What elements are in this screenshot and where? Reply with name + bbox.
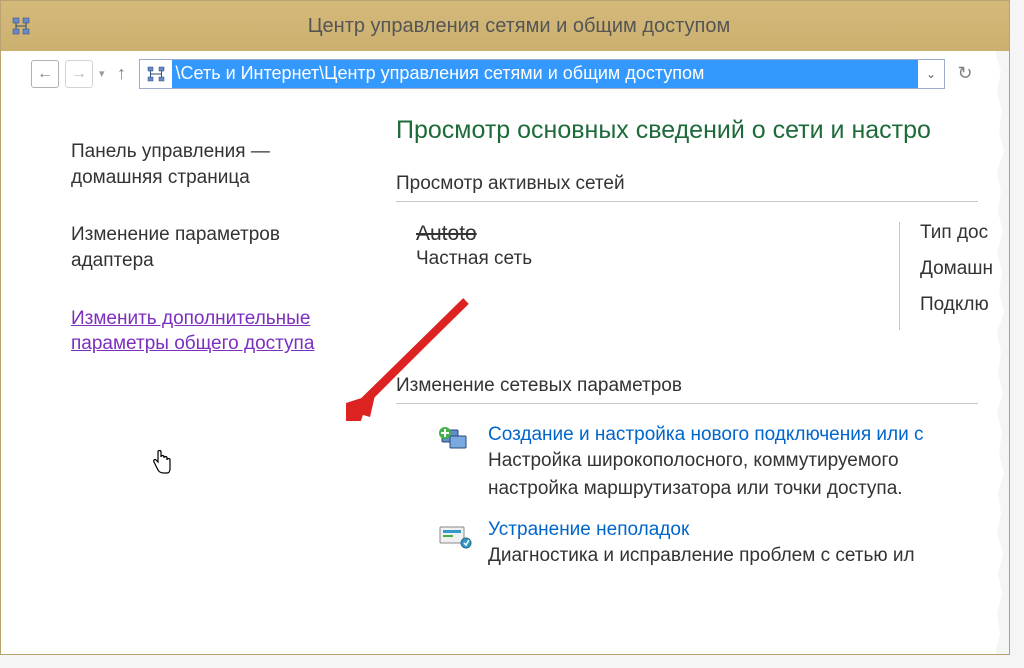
setup-desc-1: Настройка широкополосного, коммутируемог… <box>488 448 924 474</box>
network-name: Autoto <box>416 222 796 246</box>
setup-desc-2: настройка маршрутизатора или точки досту… <box>488 476 924 502</box>
torn-edge <box>995 51 1009 654</box>
setting-text: Создание и настройка нового подключения … <box>488 424 924 501</box>
troubleshoot-link[interactable]: Устранение неполадок <box>488 519 689 540</box>
navbar: ← → ▾ ↑ \Сеть и Интернет\Центр управлен <box>1 51 1009 96</box>
setting-new-connection: Создание и настройка нового подключения … <box>396 424 1009 501</box>
up-button[interactable]: ↑ <box>111 62 133 86</box>
address-dropdown[interactable]: ⌄ <box>918 60 944 88</box>
window-title: Центр управления сетями и общим доступом <box>39 15 999 38</box>
setting-text: Устранение неполадок Диагностика и испра… <box>488 519 915 569</box>
back-button[interactable]: ← <box>31 60 59 88</box>
arrow-up-icon: ↑ <box>117 63 126 84</box>
network-type: Частная сеть <box>416 248 796 270</box>
change-settings-label: Изменение сетевых параметров <box>396 375 1009 397</box>
section-divider <box>396 403 978 404</box>
window-frame: Центр управления сетями и общим доступом… <box>0 0 1010 655</box>
sidebar-home-link[interactable]: Панель управления — домашняя страница <box>71 139 321 190</box>
arrow-right-icon: → <box>71 66 87 82</box>
troubleshoot-icon <box>436 521 474 553</box>
content-area: Панель управления — домашняя страница Из… <box>1 96 1009 654</box>
network-center-icon <box>143 64 169 84</box>
main-panel: Просмотр основных сведений о сети и наст… <box>341 111 1009 654</box>
sidebar: Панель управления — домашняя страница Из… <box>1 111 341 654</box>
section-divider <box>396 201 978 202</box>
new-connection-icon <box>436 426 474 458</box>
active-networks-label: Просмотр активных сетей <box>396 173 1009 195</box>
network-row: Autoto Частная сеть Тип дос Домашн Подкл… <box>396 222 1009 330</box>
setup-connection-link[interactable]: Создание и настройка нового подключения … <box>488 424 924 445</box>
titlebar: Центр управления сетями и общим доступом <box>1 1 1009 51</box>
chevron-down-icon: ⌄ <box>926 67 936 81</box>
network-identity: Autoto Частная сеть <box>396 222 796 330</box>
history-dropdown-icon[interactable]: ▾ <box>99 67 105 80</box>
page-title: Просмотр основных сведений о сети и наст… <box>396 116 1009 145</box>
address-bar[interactable]: \Сеть и Интернет\Центр управления сетями… <box>139 59 945 89</box>
forward-button[interactable]: → <box>65 60 93 88</box>
setting-troubleshoot: Устранение неполадок Диагностика и испра… <box>396 519 1009 569</box>
refresh-icon: ↻ <box>957 63 972 84</box>
network-center-icon <box>11 16 31 36</box>
troubleshoot-desc: Диагностика и исправление проблем с сеть… <box>488 543 915 569</box>
arrow-left-icon: ← <box>37 66 53 82</box>
address-path[interactable]: \Сеть и Интернет\Центр управления сетями… <box>172 60 918 88</box>
sidebar-advanced-sharing-link[interactable]: Изменить дополнительные параметры общего… <box>71 306 321 357</box>
network-info: Тип дос Домашн Подклю <box>899 222 1009 330</box>
sidebar-adapter-link[interactable]: Изменение параметров адаптера <box>71 222 321 273</box>
refresh-button[interactable]: ↻ <box>951 60 979 88</box>
